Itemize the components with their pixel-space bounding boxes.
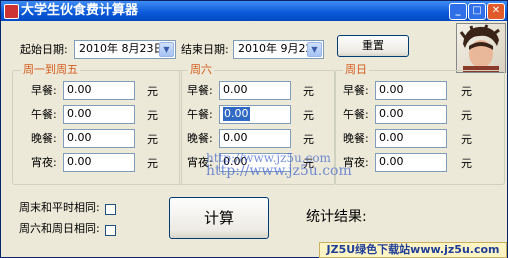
weekday-supper-input[interactable]: 0.00 [63, 153, 135, 172]
sunday-breakfast-input[interactable]: 0.00 [375, 81, 447, 100]
weekday-lunch-input[interactable]: 0.00 [63, 105, 135, 124]
result-label: 统计结果: [306, 209, 367, 225]
start-date-picker[interactable]: 2010年 8月23日 ▼ [74, 40, 176, 59]
chevron-down-icon[interactable]: ▼ [159, 42, 174, 57]
unit-label: 元 [147, 157, 158, 170]
unit-label: 元 [303, 133, 314, 146]
saturday-lunch-input[interactable]: 0.00 [219, 105, 291, 124]
app-icon [4, 4, 19, 19]
saturday-group-title: 周六 [188, 63, 214, 77]
weekday-group-title: 周一到周五 [21, 63, 80, 77]
chevron-down-icon[interactable]: ▼ [307, 42, 322, 57]
sunday-dinner-input[interactable]: 0.00 [375, 129, 447, 148]
saturday-dinner-input[interactable]: 0.00 [219, 129, 291, 148]
unit-label: 元 [461, 85, 472, 98]
minimize-button[interactable]: _ [449, 3, 467, 20]
avatar [456, 23, 506, 73]
watermark-badge: JZ5U绿色下载站www.jz5u.com [319, 242, 507, 258]
weekday-breakfast-input[interactable]: 0.00 [63, 81, 135, 100]
unit-label: 元 [461, 109, 472, 122]
close-button[interactable]: ✕ [487, 3, 505, 20]
unit-label: 元 [461, 157, 472, 170]
sat-sun-same-checkbox[interactable] [105, 225, 116, 236]
saturday-breakfast-input[interactable]: 0.00 [219, 81, 291, 100]
maximize-button[interactable]: □ [468, 3, 486, 20]
unit-label: 元 [147, 85, 158, 98]
reset-button[interactable]: 重置 [337, 35, 409, 57]
meal-label: 午餐: [31, 108, 57, 121]
meal-label: 晚餐: [31, 132, 57, 145]
unit-label: 元 [303, 109, 314, 122]
sunday-group-title: 周日 [343, 63, 369, 77]
weekend-same-checkbox[interactable] [105, 204, 116, 215]
meal-label: 早餐: [187, 84, 213, 97]
unit-label: 元 [147, 109, 158, 122]
meal-label: 早餐: [343, 84, 369, 97]
meal-label: 宵夜: [31, 156, 57, 169]
meal-label: 午餐: [187, 108, 213, 121]
start-date-value: 2010年 8月23日 [79, 42, 165, 55]
weekday-dinner-input[interactable]: 0.00 [63, 129, 135, 148]
sat-sun-same-label: 周六和周日相同: [19, 222, 100, 235]
unit-label: 元 [147, 133, 158, 146]
watermark-url: http://www.jz5u.com [206, 163, 352, 179]
meal-label: 早餐: [31, 84, 57, 97]
end-date-picker[interactable]: 2010年 9月22日 ▼ [233, 40, 324, 59]
end-date-label: 结束日期: [181, 43, 229, 56]
window-title: 大学生伙食费计算器 [21, 3, 139, 18]
sunday-supper-input[interactable]: 0.00 [375, 153, 447, 172]
app-window: 大学生伙食费计算器 _ □ ✕ 起始日期: 2010年 8月23日 ▼ 结束日期… [0, 0, 508, 258]
start-date-label: 起始日期: [20, 43, 68, 56]
meal-label: 晚餐: [343, 132, 369, 145]
unit-label: 元 [461, 133, 472, 146]
meal-label: 午餐: [343, 108, 369, 121]
sunday-lunch-input[interactable]: 0.00 [375, 105, 447, 124]
unit-label: 元 [303, 85, 314, 98]
avatar-image [459, 24, 500, 72]
calculate-button[interactable]: 计算 [169, 197, 269, 239]
weekend-same-label: 周末和平时相同: [19, 201, 100, 214]
title-bar[interactable]: 大学生伙食费计算器 _ □ ✕ [1, 1, 507, 21]
meal-label: 晚餐: [187, 132, 213, 145]
